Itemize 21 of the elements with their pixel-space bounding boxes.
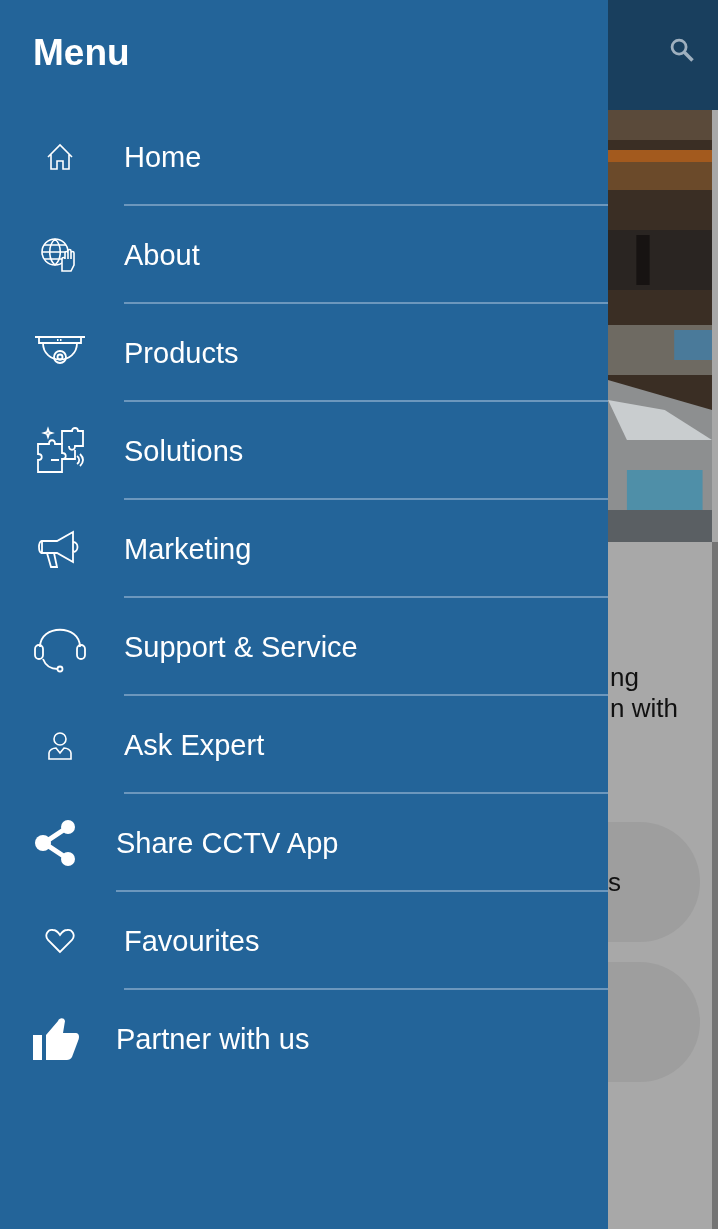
menu-item[interactable]: Solutions xyxy=(124,434,244,467)
menu-item[interactable]: Ask Expert xyxy=(124,728,265,761)
menu-item[interactable]: Support & Service xyxy=(124,630,358,663)
heart-icon xyxy=(45,928,75,954)
menu-item[interactable]: About xyxy=(124,238,200,271)
menu-item[interactable]: Marketing xyxy=(124,532,252,565)
puzzle-icon xyxy=(35,426,85,476)
thumbs-up-icon xyxy=(32,1017,80,1061)
body-text: ng xyxy=(610,662,640,693)
menu-item[interactable]: Favourites xyxy=(124,924,260,957)
home-icon xyxy=(45,142,75,172)
pill-button[interactable]: s xyxy=(608,822,700,942)
search-icon[interactable] xyxy=(668,36,696,64)
menu-item[interactable]: Partner with us xyxy=(116,1022,310,1055)
menu-item[interactable]: Home xyxy=(124,140,202,173)
share-icon xyxy=(34,819,78,867)
drawer-title: Menu xyxy=(32,31,131,75)
menu-item[interactable]: Products xyxy=(124,336,239,369)
person-icon xyxy=(47,730,73,760)
body-text: n with xyxy=(610,693,679,724)
menu-item[interactable]: Share CCTV App xyxy=(116,826,339,859)
